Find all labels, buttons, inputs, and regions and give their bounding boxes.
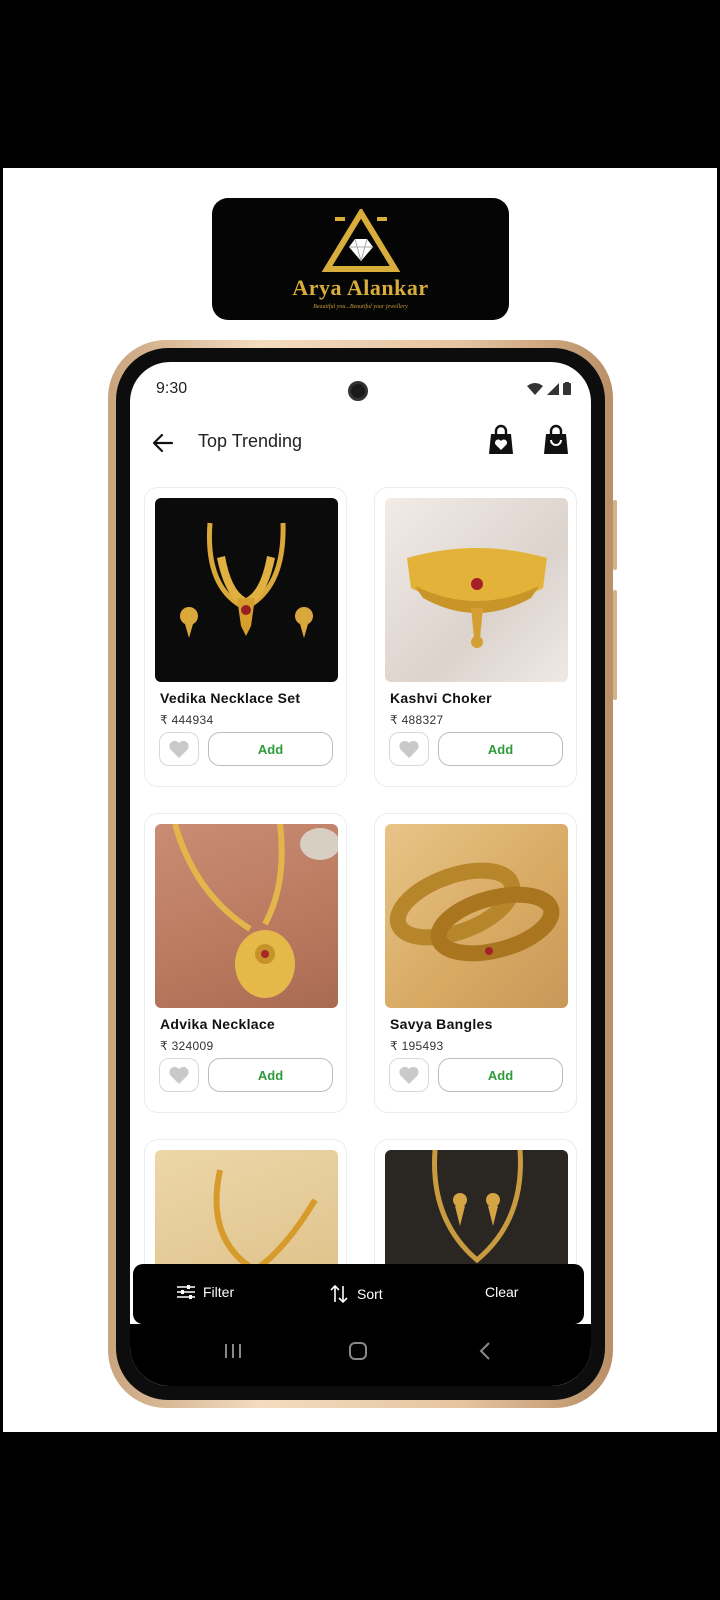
product-price: ₹ 195493: [390, 1039, 444, 1053]
sort-arrows-icon: [330, 1284, 348, 1304]
product-name: Advika Necklace: [160, 1016, 276, 1032]
heart-icon: [399, 1066, 419, 1084]
favorite-button[interactable]: [389, 732, 429, 766]
wifi-icon: [527, 382, 543, 395]
phone-screen: 9:30 Top Trending Vedika Necklace Set ₹ …: [130, 362, 591, 1386]
phone-side-button: [613, 500, 617, 570]
battery-icon: [563, 382, 571, 395]
system-nav-bar: [130, 1324, 591, 1386]
bag-heart-icon[interactable]: [487, 424, 515, 456]
product-image: [385, 498, 568, 682]
heart-icon: [399, 740, 419, 758]
add-button[interactable]: Add: [208, 1058, 333, 1092]
favorite-button[interactable]: [159, 1058, 199, 1092]
favorite-button[interactable]: [389, 1058, 429, 1092]
product-card[interactable]: Advika Necklace ₹ 324009 Add: [144, 813, 347, 1113]
status-icons: [527, 382, 571, 395]
filter-button[interactable]: Filter: [177, 1284, 234, 1300]
sort-label: Sort: [357, 1286, 383, 1302]
product-name: Savya Bangles: [390, 1016, 493, 1032]
sliders-icon: [177, 1285, 195, 1299]
arrow-left-icon[interactable]: [150, 430, 176, 456]
logo-emblem-icon: [321, 208, 400, 272]
status-time: 9:30: [156, 380, 188, 397]
clear-label: Clear: [485, 1284, 519, 1300]
filter-label: Filter: [203, 1284, 235, 1300]
shopping-bag-icon[interactable]: [542, 424, 570, 456]
brand-tagline: Beautiful you...Beautiful your jewellery: [313, 303, 408, 310]
product-price: ₹ 488327: [390, 713, 444, 727]
product-card[interactable]: Vedika Necklace Set ₹ 444934 Add: [144, 487, 347, 787]
sort-button[interactable]: Sort: [329, 1284, 383, 1304]
filter-sort-bar: Filter Sort Clear: [133, 1264, 584, 1324]
front-camera: [348, 381, 368, 401]
product-image: [155, 824, 338, 1008]
phone-side-button: [613, 590, 617, 700]
brand-name: Arya Alankar: [292, 274, 429, 300]
signal-icon: [547, 382, 559, 395]
status-bar: 9:30: [130, 362, 591, 412]
product-card[interactable]: Kashvi Choker ₹ 488327 Add: [374, 487, 577, 787]
heart-icon: [169, 1066, 189, 1084]
phone-frame: 9:30 Top Trending Vedika Necklace Set ₹ …: [108, 340, 617, 1408]
favorite-button[interactable]: [159, 732, 199, 766]
product-price: ₹ 324009: [160, 1039, 214, 1053]
product-name: Vedika Necklace Set: [160, 690, 301, 706]
home-icon[interactable]: [348, 1342, 368, 1360]
page-title: Top Trending: [198, 431, 303, 451]
add-button[interactable]: Add: [438, 1058, 563, 1092]
product-name: Kashvi Choker: [390, 690, 492, 706]
add-button[interactable]: Add: [208, 732, 333, 766]
app-header: Top Trending: [130, 412, 591, 472]
heart-icon: [169, 740, 189, 758]
product-image: [385, 824, 568, 1008]
product-price: ₹ 444934: [160, 713, 214, 727]
clear-button[interactable]: Clear: [485, 1284, 518, 1300]
recent-apps-icon[interactable]: [223, 1342, 243, 1360]
brand-logo: Arya Alankar Beautiful you...Beautiful y…: [212, 198, 509, 320]
product-card[interactable]: Savya Bangles ₹ 195493 Add: [374, 813, 577, 1113]
back-icon[interactable]: [478, 1342, 492, 1360]
product-image: [155, 498, 338, 682]
add-button[interactable]: Add: [438, 732, 563, 766]
